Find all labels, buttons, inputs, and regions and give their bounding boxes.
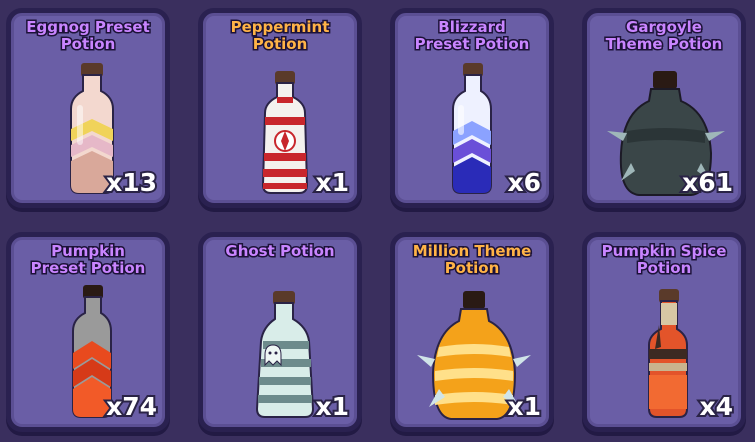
inventory-slot-pumpkin-spice[interactable]: Pumpkin Spice Potion x4 xyxy=(582,232,746,432)
potion-quantity: x4 xyxy=(697,390,734,423)
potion-name: Million Theme Potion xyxy=(411,241,533,278)
potion-name: Eggnog Preset Potion xyxy=(25,17,152,54)
potion-quantity: x74 xyxy=(104,390,159,423)
inventory-slot-pumpkin[interactable]: Pumpkin Preset Potion x74 xyxy=(6,232,170,432)
inventory-slot-blizzard[interactable]: Blizzard Preset Potion x6 xyxy=(390,8,554,208)
potion-quantity: x1 xyxy=(313,390,350,423)
potion-name: Blizzard Preset Potion xyxy=(413,17,531,54)
potion-name: Ghost Potion xyxy=(224,241,336,261)
inventory-slot-gargoyle[interactable]: Gargoyle Theme Potion x61 xyxy=(582,8,746,208)
potion-quantity: x61 xyxy=(680,166,735,199)
inventory-slot-million[interactable]: Million Theme Potion x1 xyxy=(390,232,554,432)
potion-quantity: x6 xyxy=(505,166,542,199)
potion-quantity: x1 xyxy=(505,390,542,423)
potion-name: Peppermint Potion xyxy=(229,17,331,54)
potion-quantity: x13 xyxy=(104,166,159,199)
inventory-slot-ghost[interactable]: Ghost Potion x1 xyxy=(198,232,362,432)
inventory-slot-eggnog[interactable]: Eggnog Preset Potion x13 xyxy=(6,8,170,208)
potion-quantity: x1 xyxy=(313,166,350,199)
inventory-grid: Eggnog Preset Potion x13 Peppermint Poti… xyxy=(0,0,755,442)
potion-name: Pumpkin Spice Potion xyxy=(600,241,728,278)
potion-name: Gargoyle Theme Potion xyxy=(604,17,724,54)
potion-name: Pumpkin Preset Potion xyxy=(29,241,147,278)
inventory-slot-peppermint[interactable]: Peppermint Potion x1 xyxy=(198,8,362,208)
